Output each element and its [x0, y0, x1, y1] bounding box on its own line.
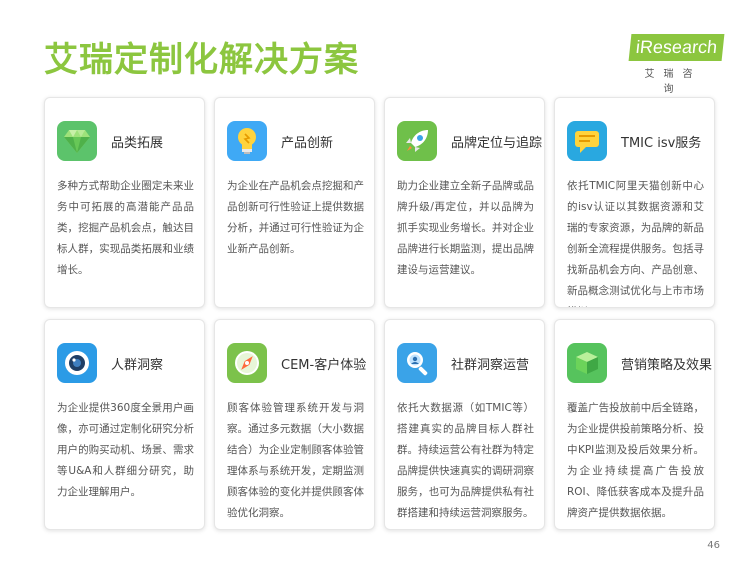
card-title: CEM-客户体验 [281, 357, 367, 373]
lightbulb-icon [227, 121, 267, 161]
card-title: 品类拓展 [111, 135, 164, 151]
card-description: 多种方式帮助企业圈定未来业务中可拓展的高潜能产品品类，挖掘产品机会点，触达目标人… [57, 180, 194, 276]
page-title: 艾瑞定制化解决方案 [44, 40, 359, 80]
logo-mark: iResearch [628, 34, 725, 61]
card-product-innovation: 产品创新 为企业在产品机会点挖掘和产品创新可行性验证上提供数据分析，并通过可行性… [214, 97, 375, 308]
card-description: 依托TMIC阿里天猫创新中心的isv认证以其数据资源和艾瑞的专家资源，为品牌的新… [567, 180, 704, 307]
card-description: 助力企业建立全新子品牌或品牌升级/再定位，并以品牌为抓手实现业务增长。并对企业品… [397, 180, 534, 276]
card-title: 人群洞察 [111, 357, 164, 373]
card-audience-insight: 人群洞察 为企业提供360度全景用户画像，亦可通过定制化研究分析用户的购买动机、… [44, 319, 205, 530]
card-brand-positioning: 品牌定位与追踪 助力企业建立全新子品牌或品牌升级/再定位，并以品牌为抓手实现业务… [384, 97, 545, 308]
card-title: TMIC isv服务 [621, 135, 702, 151]
card-description: 顾客体验管理系统开发与洞察。通过多元数据（大小数据结合）为企业定制顾客体验管理体… [227, 402, 364, 519]
card-title: 品牌定位与追踪 [451, 135, 543, 151]
solutions-grid: 品类拓展 多种方式帮助企业圈定未来业务中可拓展的高潜能产品品类，挖掘产品机会点，… [44, 97, 715, 530]
compass-icon [227, 343, 267, 383]
card-description: 为企业提供360度全景用户画像，亦可通过定制化研究分析用户的购买动机、场景、需求… [57, 402, 194, 498]
gem-icon [57, 121, 97, 161]
chat-icon [567, 121, 607, 161]
card-category-expansion: 品类拓展 多种方式帮助企业圈定未来业务中可拓展的高潜能产品品类，挖掘产品机会点，… [44, 97, 205, 308]
card-tmic-isv: TMIC isv服务 依托TMIC阿里天猫创新中心的isv认证以其数据资源和艾瑞… [554, 97, 715, 308]
card-marketing-strategy: 营销策略及效果 覆盖广告投放前中后全链路，为企业提供投前策略分析、投中KPI监测… [554, 319, 715, 530]
logo-subtitle: 艾瑞咨询 [644, 69, 702, 95]
iresearch-logo: iResearch 艾瑞咨询 [628, 34, 725, 95]
rocket-icon [397, 121, 437, 161]
magnifier-icon [397, 343, 437, 383]
card-title: 营销策略及效果 [621, 357, 713, 373]
camera-icon [57, 343, 97, 383]
card-title: 社群洞察运营 [451, 357, 530, 373]
card-community-operation: 社群洞察运营 依托大数据源（如TMIC等）搭建真实的品牌目标人群社群。持续运营公… [384, 319, 545, 530]
card-description: 依托大数据源（如TMIC等）搭建真实的品牌目标人群社群。持续运营公有社群为特定品… [397, 402, 534, 519]
page-number: 46 [707, 540, 720, 551]
card-description: 覆盖广告投放前中后全链路，为企业提供投前策略分析、投中KPI监测及投后效果分析。… [567, 402, 704, 519]
card-customer-experience: CEM-客户体验 顾客体验管理系统开发与洞察。通过多元数据（大小数据结合）为企业… [214, 319, 375, 530]
cube-icon [567, 343, 607, 383]
card-title: 产品创新 [281, 135, 334, 151]
card-description: 为企业在产品机会点挖掘和产品创新可行性验证上提供数据分析，并通过可行性验证为企业… [227, 180, 364, 255]
